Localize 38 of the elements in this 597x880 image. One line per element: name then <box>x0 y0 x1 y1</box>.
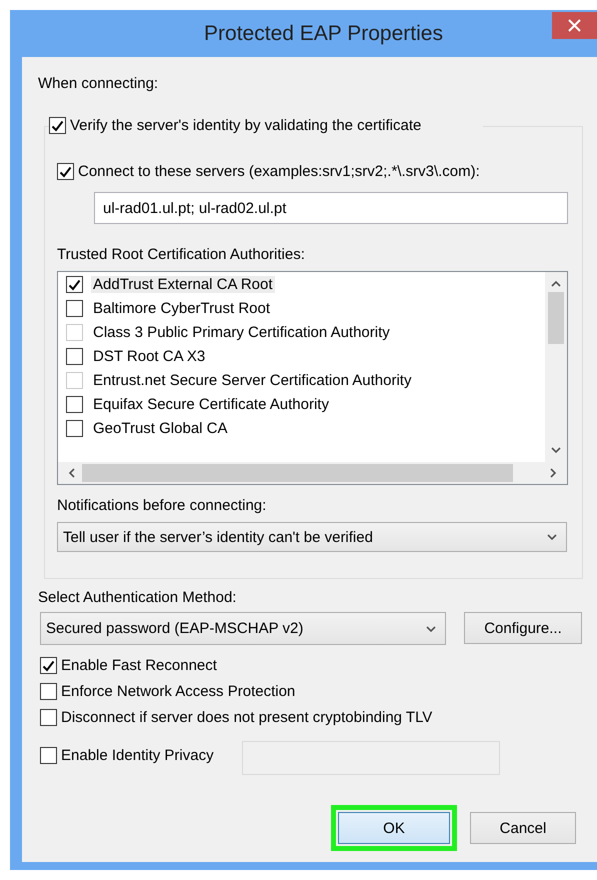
section-label: Trusted Root Certification Authorities: <box>57 246 306 263</box>
list-item[interactable]: Equifax Secure Certificate Authority <box>66 396 335 413</box>
list-item[interactable]: GeoTrust Global CA <box>66 420 234 437</box>
close-icon <box>568 19 581 32</box>
close-button[interactable] <box>552 12 597 39</box>
checkbox[interactable] <box>66 348 83 365</box>
window-title: Protected EAP Properties <box>204 22 443 46</box>
checkbox[interactable] <box>40 683 57 700</box>
servers-field[interactable]: ul-rad01.ul.pt; ul-rad02.ul.pt <box>94 192 568 224</box>
checkbox[interactable] <box>66 300 83 317</box>
checkbox[interactable] <box>66 420 83 437</box>
checkbox[interactable] <box>66 276 83 293</box>
scrollbar-thumb[interactable] <box>548 292 564 344</box>
checkbox[interactable] <box>66 396 83 413</box>
checkbox[interactable] <box>40 746 57 764</box>
checkbox[interactable] <box>57 163 74 180</box>
checkbox[interactable] <box>49 117 66 134</box>
checkbox[interactable] <box>40 709 57 726</box>
vertical-scrollbar[interactable] <box>545 272 567 462</box>
checkbox-label: Enable Identity Privacy <box>61 746 214 764</box>
section-label: Select Authentication Method: <box>38 589 238 606</box>
horizontal-scrollbar[interactable] <box>58 462 567 484</box>
list-item[interactable]: Baltimore CyberTrust Root <box>66 300 276 317</box>
dialog-button[interactable]: Cancel <box>470 812 576 844</box>
checkbox-label: Connect to these servers (examples:srv1;srv2;.*\.srv3\.com): <box>78 163 480 180</box>
checkbox[interactable] <box>40 657 57 674</box>
checkbox-label: Verify the server's identity by validating the certificate <box>70 117 422 134</box>
checkbox-label: Disconnect if server does not present cryptobinding TLV <box>61 709 432 726</box>
notifications-dropdown[interactable]: Tell user if the server’s identity can't be verified <box>57 522 567 552</box>
section-label: When connecting: <box>38 75 160 92</box>
checkbox-label: Enforce Network Access Protection <box>61 683 296 700</box>
section-label: Notifications before connecting: <box>57 497 268 514</box>
scrollbar-thumb[interactable] <box>82 464 513 482</box>
authentication-dropdown[interactable]: Secured password (EAP-MSCHAP v2) <box>40 612 446 645</box>
list-item[interactable]: DST Root CA X3 <box>66 348 212 365</box>
configure-button[interactable]: Configure... <box>464 612 582 644</box>
checkbox-label: Enable Fast Reconnect <box>61 657 217 674</box>
dialog-button[interactable]: OK <box>338 812 450 844</box>
